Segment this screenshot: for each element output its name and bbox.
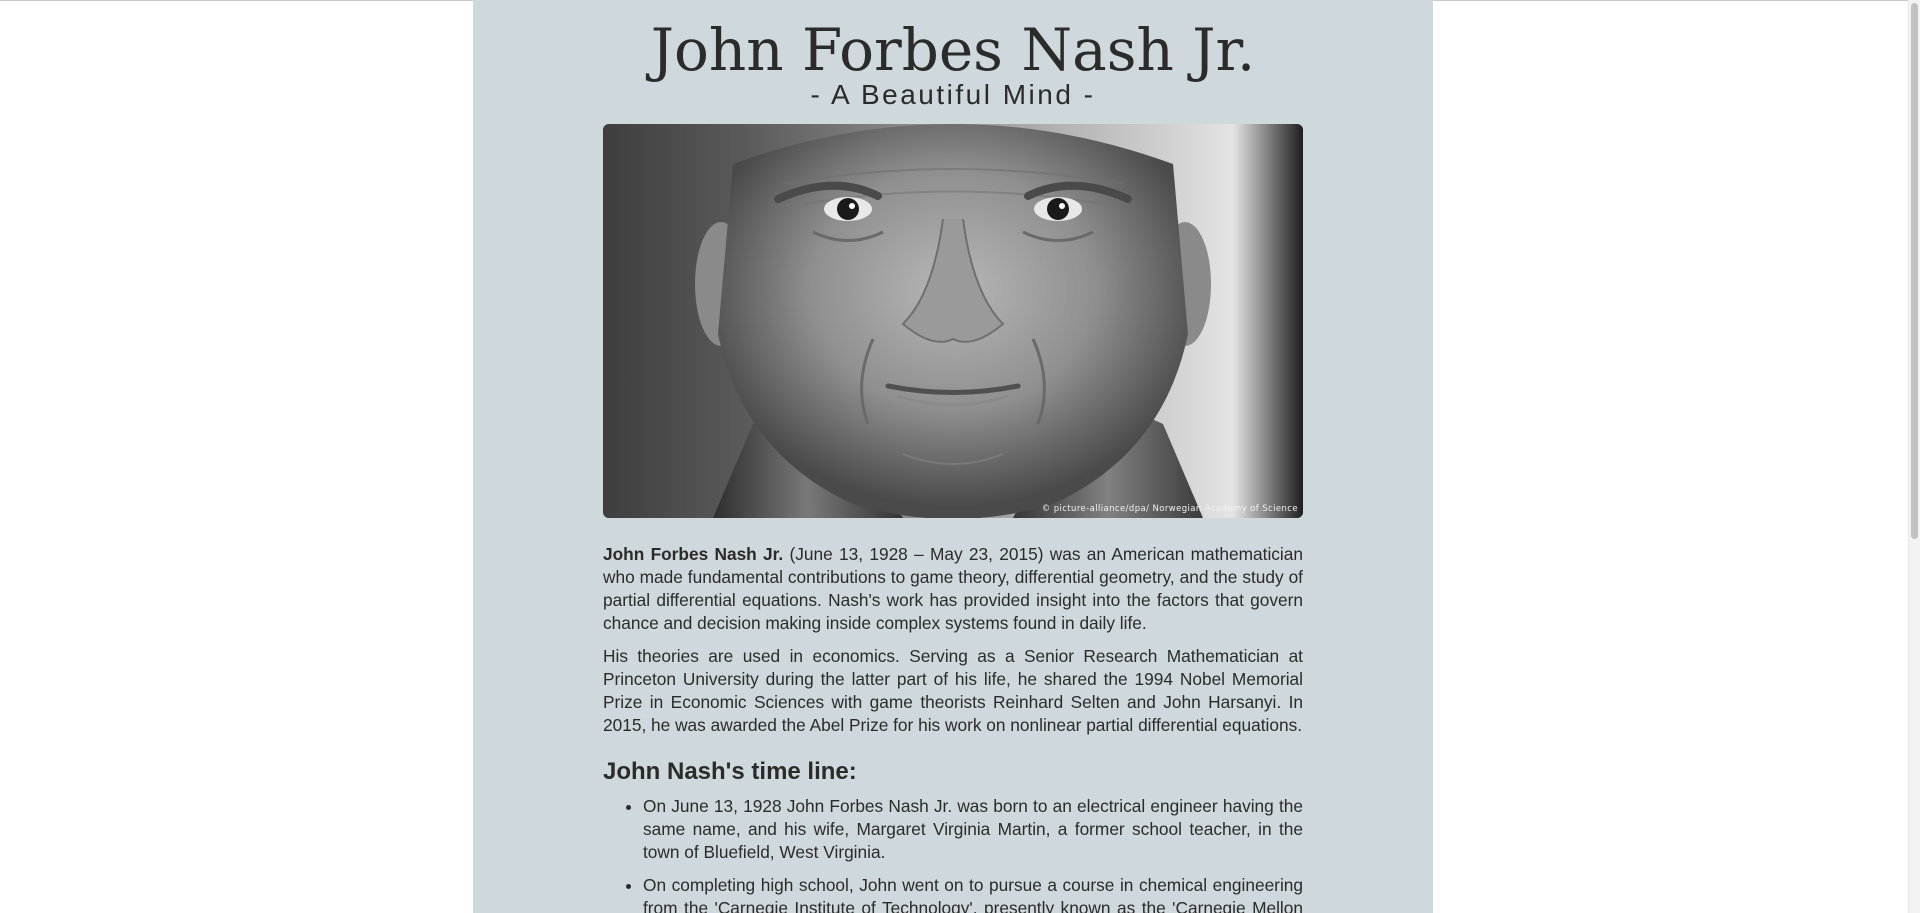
page-title: John Forbes Nash Jr.	[650, 16, 1256, 84]
photo-credit: © picture-alliance/dpa/ Norwegian Academ…	[1041, 504, 1298, 514]
page-subtitle: - A Beautiful Mind -	[810, 79, 1096, 110]
intro-paragraph-1: John Forbes Nash Jr. (June 13, 1928 – Ma…	[603, 543, 1303, 635]
biography-content: John Forbes Nash Jr. (June 13, 1928 – Ma…	[603, 543, 1303, 913]
timeline-list: On June 13, 1928 John Forbes Nash Jr. wa…	[603, 795, 1303, 913]
browser-viewport: John Forbes Nash Jr. - A Beautiful Mind …	[0, 0, 1920, 913]
timeline-item: On completing high school, John went on …	[643, 874, 1303, 913]
portrait-illustration	[603, 124, 1303, 518]
timeline-heading: John Nash's time line:	[603, 758, 857, 785]
intro-paragraph-2: His theories are used in economics. Serv…	[603, 646, 1303, 735]
tribute-page: John Forbes Nash Jr. - A Beautiful Mind …	[473, 0, 1433, 913]
intro-name: John Forbes Nash Jr.	[603, 544, 784, 564]
vertical-scrollbar[interactable]	[1908, 0, 1920, 913]
scrollbar-thumb[interactable]	[1911, 3, 1918, 539]
timeline-item: On June 13, 1928 John Forbes Nash Jr. wa…	[643, 795, 1303, 864]
portrait-image: © picture-alliance/dpa/ Norwegian Academ…	[603, 124, 1303, 518]
